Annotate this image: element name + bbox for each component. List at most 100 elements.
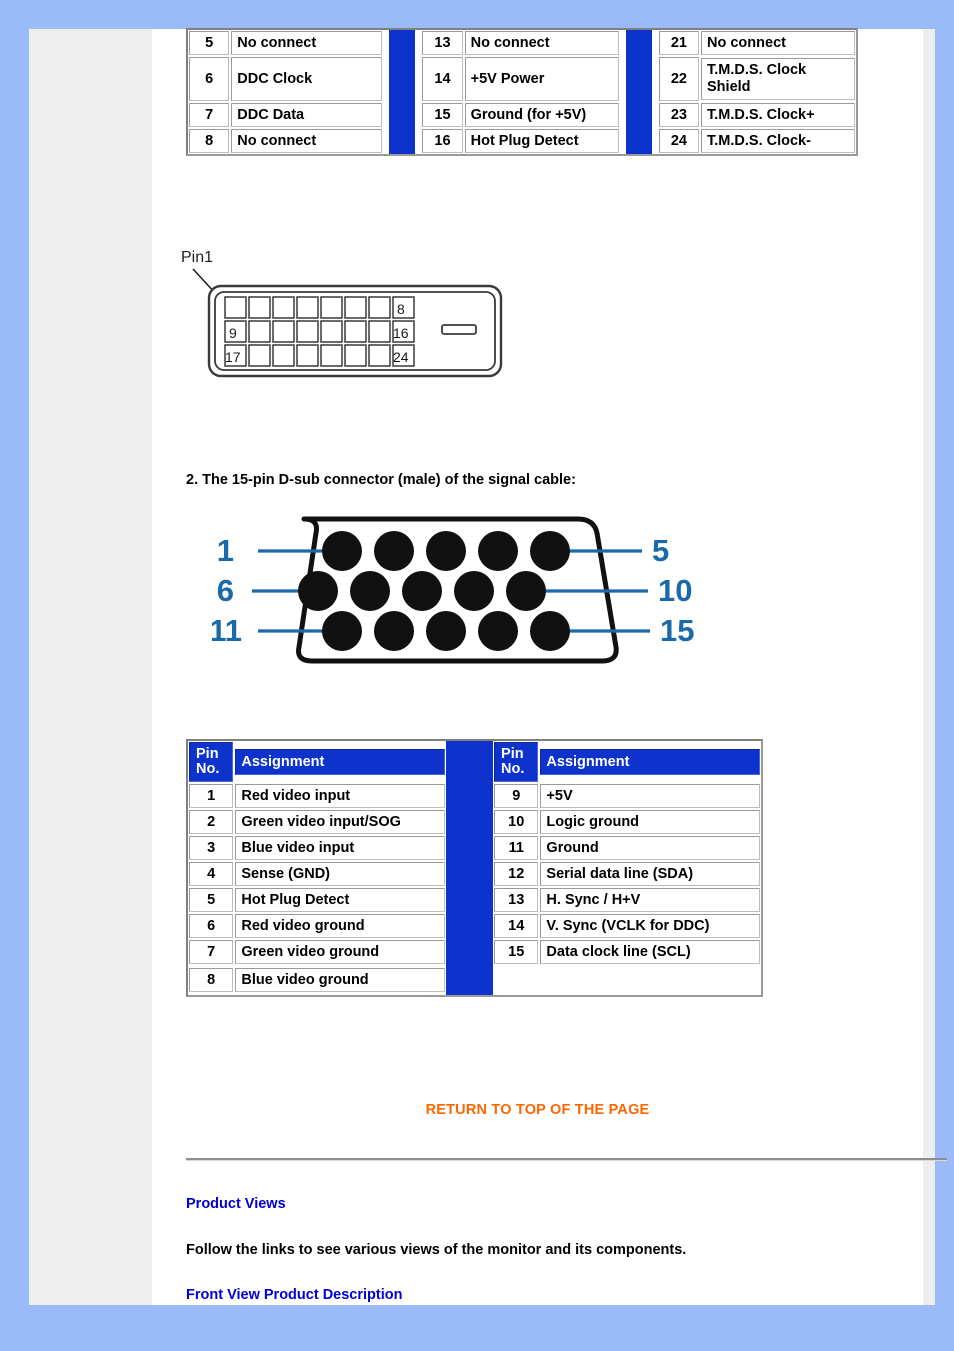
- pin-number: 5: [189, 31, 230, 55]
- right-scroll-rail[interactable]: [921, 29, 935, 1305]
- pin-number: 4: [189, 862, 234, 887]
- pin-assignment: +5V: [540, 784, 760, 809]
- blue-separator-bar: [625, 102, 652, 128]
- header-assignment-left: Assignment: [234, 741, 445, 783]
- table-row: 6 DDC Clock 14 +5V Power 22 T.M.D.S. Clo…: [188, 56, 856, 102]
- page-frame: 5 No connect 13 No connect 21 No connect…: [29, 28, 947, 1305]
- blue-separator-bar: [625, 56, 652, 102]
- dsub-connector-diagram: 1 6 11 5 10 15: [212, 507, 712, 682]
- dsub-pin-cell: 5: [188, 887, 234, 913]
- dvi-blade-slot: [441, 324, 477, 335]
- blue-separator-bar: [445, 939, 494, 966]
- front-view-product-description-link[interactable]: Front View Product Description: [186, 1287, 402, 1303]
- column-header-label: Pin No.: [494, 742, 539, 783]
- column-header-label: Pin No.: [189, 742, 234, 783]
- dsub-pin-cell: 4: [188, 861, 234, 887]
- dvi-pin-cell: 6: [188, 56, 230, 102]
- pin-number: 13: [494, 888, 539, 913]
- pin-number: 16: [422, 129, 463, 153]
- dsub-pin-cell: 1: [188, 783, 234, 809]
- product-views-heading[interactable]: Product Views: [186, 1196, 286, 1212]
- dvi-assignment-cell: Hot Plug Detect: [464, 128, 620, 154]
- pin-number: 14: [494, 914, 539, 939]
- blue-separator-bar: [389, 128, 416, 154]
- pin-number: 10: [494, 810, 539, 835]
- dsub-pin-assignment-table: Pin No. Assignment Pin No. Assignment 1: [186, 739, 763, 998]
- table-row: 2 Green video input/SOG 10 Logic ground: [188, 809, 761, 836]
- pin-assignment: DDC Data: [231, 103, 383, 127]
- pin-number: 15: [422, 103, 463, 127]
- pin-assignment: No connect: [231, 31, 383, 55]
- pin-assignment: Serial data line (SDA): [540, 862, 760, 887]
- dvi-pin-assignment-table: 5 No connect 13 No connect 21 No connect…: [186, 28, 858, 156]
- blue-separator-bar: [445, 809, 494, 836]
- dvi-assignment-cell: No connect: [230, 30, 383, 56]
- pin-number: 6: [189, 914, 234, 939]
- blue-separator-bar: [445, 835, 494, 862]
- dsub-assignment-cell: Red video ground: [234, 913, 445, 939]
- dsub-pin-cell: 12: [493, 861, 539, 887]
- pin-number: 6: [189, 57, 230, 101]
- dsub-pin-cell: 2: [188, 809, 234, 835]
- pin-assignment: Ground: [540, 836, 760, 861]
- dvi-pin-cell: 8: [188, 128, 230, 154]
- pin-assignment: H. Sync / H+V: [540, 888, 760, 913]
- pin-number: 5: [189, 888, 234, 913]
- dsub-assignment-cell: Blue video ground: [234, 965, 445, 995]
- dvi-assignment-cell: T.M.D.S. Clock+: [700, 102, 856, 128]
- pin-number: 15: [494, 940, 539, 965]
- pin-assignment: Hot Plug Detect: [235, 888, 445, 913]
- dsub-connector-svg: 1 6 11 5 10 15: [212, 516, 694, 664]
- pin-number: 7: [189, 103, 230, 127]
- return-to-top-link[interactable]: RETURN TO TOP OF THE PAGE: [152, 1102, 923, 1118]
- dsub-pin-cell: 14: [493, 913, 539, 939]
- pin-number: 8: [189, 968, 234, 993]
- table-row: 4 Sense (GND) 12 Serial data line (SDA): [188, 861, 761, 888]
- dsub-pin-cell: 9: [493, 783, 539, 809]
- pin-number: 24: [658, 129, 700, 153]
- table-header-row: Pin No. Assignment Pin No. Assignment: [188, 741, 761, 784]
- pin-number: 12: [494, 862, 539, 887]
- pin-number: 1: [189, 784, 234, 809]
- dvi-pin-cell: 24: [658, 128, 700, 154]
- dsub-assignment-cell: V. Sync (VCLK for DDC): [539, 913, 761, 939]
- pin-number: 23: [658, 103, 700, 127]
- pin-assignment: Blue video input: [235, 836, 445, 861]
- pin-assignment: DDC Clock: [231, 57, 383, 101]
- dsub-label-left-6: 6: [217, 573, 234, 608]
- pin-number: 9: [494, 784, 539, 809]
- table-row: 5 Hot Plug Detect 13 H. Sync / H+V: [188, 887, 761, 914]
- dsub-label-right-10: 10: [658, 573, 692, 608]
- dvi-row-label-8: 8: [397, 301, 405, 317]
- dsub-pin-cell: 8: [188, 965, 234, 995]
- dsub-assignment-cell: Red video input: [234, 783, 445, 809]
- dsub-assignment-cell: Hot Plug Detect: [234, 887, 445, 913]
- dvi-assignment-cell: No connect: [230, 128, 383, 154]
- pin-assignment: No connect: [701, 31, 855, 55]
- dvi-pin1-callout-label: Pin1: [181, 249, 213, 266]
- dsub-assignment-cell: Ground: [539, 835, 761, 861]
- dsub-assignment-cell: Serial data line (SDA): [539, 861, 761, 887]
- dsub-label-left-1: 1: [217, 533, 234, 568]
- document-content: 5 No connect 13 No connect 21 No connect…: [152, 28, 947, 1305]
- pin-number: 14: [422, 57, 463, 101]
- dsub-label-right-15: 15: [660, 613, 694, 648]
- dsub-assignment-cell: Green video input/SOG: [234, 809, 445, 835]
- pin-assignment: T.M.D.S. Clock+: [701, 103, 855, 127]
- pin-assignment: T.M.D.S. Clock Shield: [701, 57, 855, 101]
- dsub-pin-cell: 10: [493, 809, 539, 835]
- blue-separator-bar: [445, 965, 494, 996]
- pin-number: 11: [494, 836, 539, 861]
- dvi-assignment-cell: +5V Power: [464, 56, 620, 102]
- dvi-pin-cell: 15: [421, 102, 463, 128]
- dsub-pin-cell: 13: [493, 887, 539, 913]
- pin-number: 3: [189, 836, 234, 861]
- pin-number: 7: [189, 940, 234, 965]
- table-row: 8 No connect 16 Hot Plug Detect 24 T.M.D…: [188, 128, 856, 154]
- pin-assignment: Ground (for +5V): [464, 103, 619, 127]
- dvi-connector-diagram: Pin1 8 16 24 9 17: [177, 239, 537, 389]
- pin-assignment: V. Sync (VCLK for DDC): [540, 914, 760, 939]
- pin-assignment: No connect: [231, 129, 383, 153]
- pin-assignment: Blue video ground: [235, 968, 445, 993]
- dvi-assignment-cell: T.M.D.S. Clock Shield: [700, 56, 856, 102]
